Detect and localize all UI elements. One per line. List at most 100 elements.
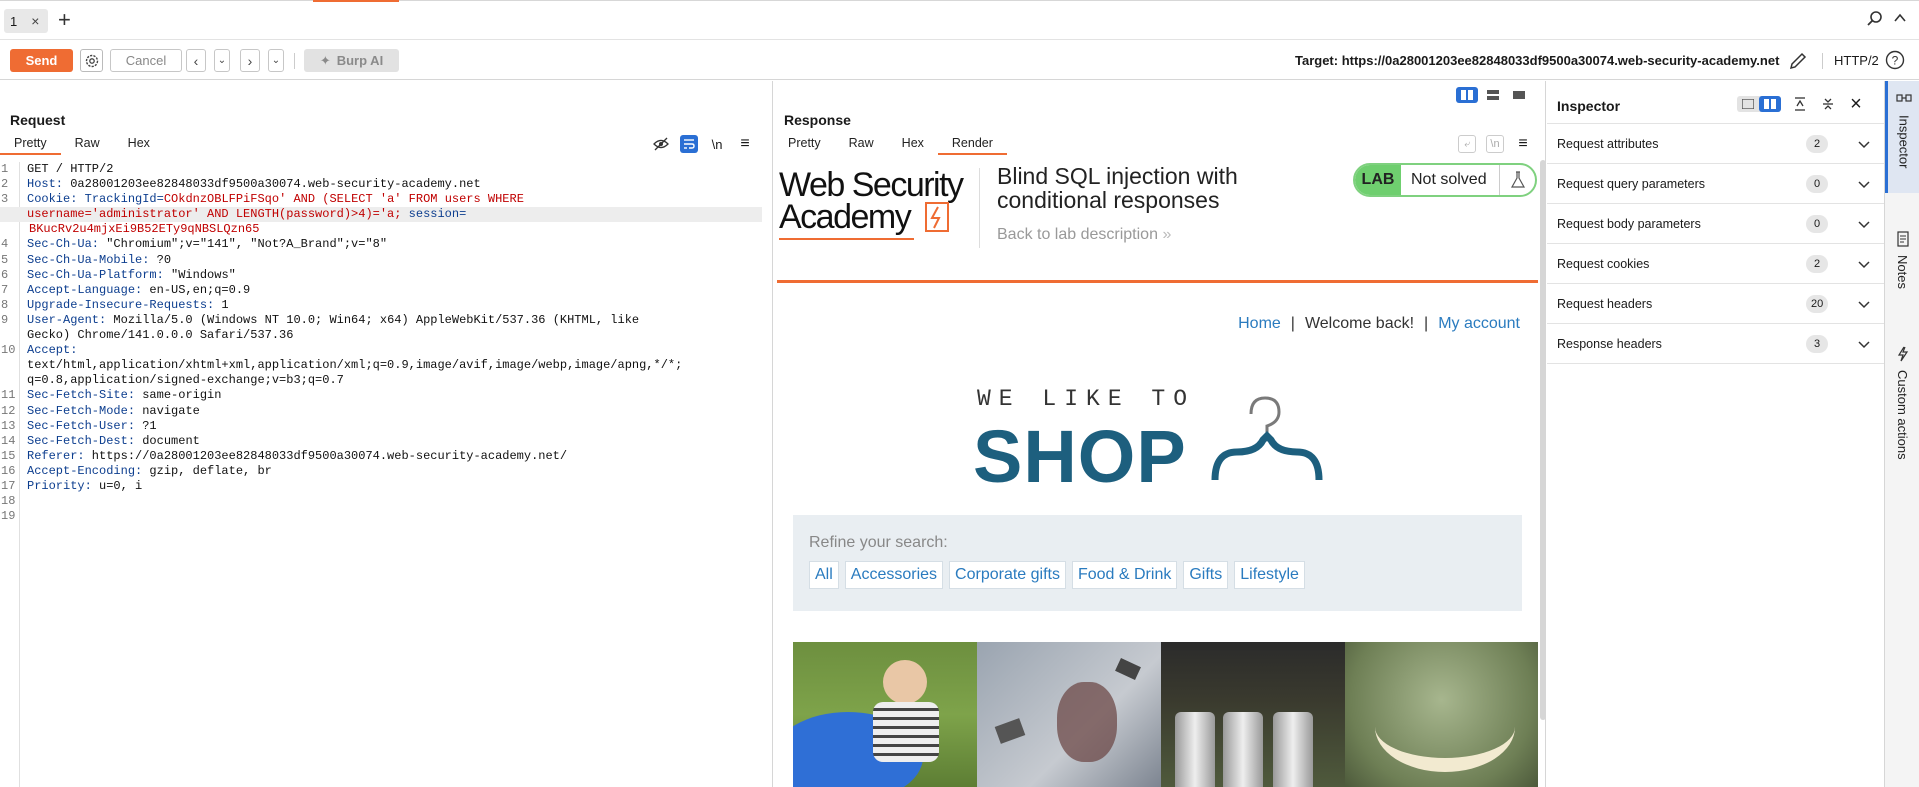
repeater-tab-1[interactable]: 1 × <box>4 9 48 33</box>
settings-button[interactable] <box>80 49 103 72</box>
category-gifts[interactable]: Gifts <box>1183 561 1229 589</box>
lightning-icon <box>925 202 949 232</box>
section-count: 2 <box>1806 134 1828 153</box>
tab-raw[interactable]: Raw <box>61 133 114 155</box>
tab-render[interactable]: Render <box>937 133 1007 155</box>
request-editor-controls: \n ≡ <box>652 135 754 153</box>
shop-wordmark: SHOP <box>973 415 1187 498</box>
hide-non-printable-icon[interactable] <box>652 135 670 153</box>
http-version[interactable]: HTTP/2 <box>1834 53 1879 68</box>
request-editor[interactable]: 1 GET / HTTP/2 2 Host: 0a28001203ee8284803… <box>0 162 770 787</box>
chevron-up-icon[interactable] <box>1892 10 1908 29</box>
sparkle-icon: ✦ <box>319 52 331 68</box>
code-line: 1 GET / HTTP/2 <box>1 162 114 176</box>
code-line: 7 Accept-Language: en-US,en;q=0.9 <box>1 282 251 297</box>
back-button[interactable]: ‹ <box>186 49 206 72</box>
code-line: 9 User-Agent: Mozilla/5.0 (Windows NT 10.… <box>1 312 640 327</box>
section-count: 0 <box>1806 174 1828 193</box>
newline-icon[interactable]: \n <box>708 135 726 153</box>
flying-book-shape <box>1115 658 1141 680</box>
product-image[interactable] <box>977 642 1161 787</box>
category-accessories[interactable]: Accessories <box>844 561 944 589</box>
sidebar-tab-custom-actions[interactable]: Custom actions <box>1885 346 1919 486</box>
menu-icon[interactable]: ≡ <box>1514 135 1532 153</box>
section-label: Request cookies <box>1557 256 1650 271</box>
layout-tabs-icon[interactable] <box>1508 87 1530 103</box>
can-shape <box>1273 712 1313 787</box>
layout-stacked-icon[interactable] <box>1482 87 1504 103</box>
tab-pretty[interactable]: Pretty <box>774 133 835 155</box>
newline-icon[interactable]: \n <box>1486 135 1504 153</box>
product-image[interactable] <box>793 642 977 787</box>
expand-all-icon[interactable] <box>1791 95 1809 113</box>
inspector-section-request-attributes[interactable]: Request attributes 2 <box>1547 124 1884 164</box>
word-wrap-icon[interactable]: ⤶ <box>1458 135 1476 153</box>
tab-pretty[interactable]: Pretty <box>0 133 61 155</box>
burp-ai-button[interactable]: ✦ Burp AI <box>304 49 399 72</box>
response-title: Response <box>784 112 851 128</box>
response-editor-controls: ⤶ \n ≡ <box>1458 135 1532 153</box>
inspector-section-response-headers[interactable]: Response headers 3 <box>1547 324 1884 364</box>
section-label: Response headers <box>1557 336 1662 351</box>
close-icon[interactable]: × <box>31 13 39 29</box>
wsa-logo-line2[interactable]: Academy <box>779 198 912 237</box>
inspector-layout-split-icon[interactable] <box>1759 96 1781 112</box>
section-label: Request body parameters <box>1557 216 1701 231</box>
category-all[interactable]: All <box>809 561 839 589</box>
inspector-section-request-cookies[interactable]: Request cookies 2 <box>1547 244 1884 284</box>
gear-icon <box>85 54 98 67</box>
code-line: 18 <box>1 494 16 509</box>
hanger-icon <box>1207 392 1327 487</box>
back-to-lab-link[interactable]: Back to lab description » <box>997 226 1171 244</box>
svg-text:?: ? <box>1892 54 1899 68</box>
back-link-label: Back to lab description <box>997 226 1158 243</box>
nav-separator: | <box>1290 315 1295 332</box>
section-count: 2 <box>1806 254 1828 273</box>
lab-title: Blind SQL injection with conditional res… <box>997 163 1238 213</box>
add-tab-icon[interactable]: + <box>58 8 71 32</box>
code-line: 6 Sec-Ch-Ua-Platform: "Windows" <box>1 267 236 282</box>
nav-my-account-link[interactable]: My account <box>1438 315 1520 333</box>
product-image[interactable] <box>1161 642 1345 787</box>
section-count: 20 <box>1806 294 1829 313</box>
category-food-drink[interactable]: Food & Drink <box>1071 561 1178 589</box>
word-wrap-icon[interactable] <box>680 135 698 153</box>
tab-hex[interactable]: Hex <box>114 133 164 155</box>
tab-raw[interactable]: Raw <box>835 133 888 155</box>
close-icon[interactable]: × <box>1847 93 1865 115</box>
lab-status: Not solved <box>1411 171 1487 188</box>
back-history-dropdown[interactable]: ⌄ <box>214 49 230 72</box>
cancel-button[interactable]: Cancel <box>110 49 182 72</box>
code-line-wrapped: text/html,application/xhtml+xml,applicat… <box>27 358 683 373</box>
logo-underline <box>779 238 914 240</box>
nav-home-link[interactable]: Home <box>1238 315 1281 333</box>
search-icon[interactable] <box>1866 10 1884 31</box>
figure-blur-shape <box>1057 682 1117 762</box>
layout-side-by-side-icon[interactable] <box>1456 87 1478 103</box>
inspector-section-request-headers[interactable]: Request headers 20 <box>1547 284 1884 324</box>
sidebar-tab-notes[interactable]: Notes <box>1885 231 1919 331</box>
can-shape <box>1175 712 1215 787</box>
inspector-section-body-parameters[interactable]: Request body parameters 0 <box>1547 204 1884 244</box>
help-icon[interactable]: ? <box>1885 50 1905 73</box>
category-lifestyle[interactable]: Lifestyle <box>1234 561 1305 589</box>
search-filter-panel: Refine your search: All Accessories Corp… <box>793 515 1522 611</box>
category-corporate-gifts[interactable]: Corporate gifts <box>949 561 1066 589</box>
forward-history-dropdown[interactable]: ⌄ <box>268 49 284 72</box>
inspector-section-query-parameters[interactable]: Request query parameters 0 <box>1547 164 1884 204</box>
edit-target-icon[interactable] <box>1787 50 1809 75</box>
child-shape <box>883 660 927 704</box>
forward-button[interactable]: › <box>240 49 260 72</box>
render-scrollbar[interactable] <box>1540 160 1546 720</box>
send-button[interactable]: Send <box>10 49 73 72</box>
menu-icon[interactable]: ≡ <box>736 135 754 153</box>
rendered-page[interactable]: Web Security Academy Blind SQL injection… <box>777 160 1538 787</box>
chevron-down-icon <box>1857 257 1871 274</box>
top-border <box>0 0 1919 1</box>
inspector-layout-list-icon[interactable] <box>1737 96 1759 112</box>
inspector-title: Inspector <box>1557 98 1621 114</box>
tab-hex[interactable]: Hex <box>888 133 938 155</box>
product-image[interactable] <box>1345 642 1538 787</box>
sidebar-tab-inspector[interactable]: Inspector <box>1885 81 1919 193</box>
collapse-all-icon[interactable] <box>1819 95 1837 113</box>
